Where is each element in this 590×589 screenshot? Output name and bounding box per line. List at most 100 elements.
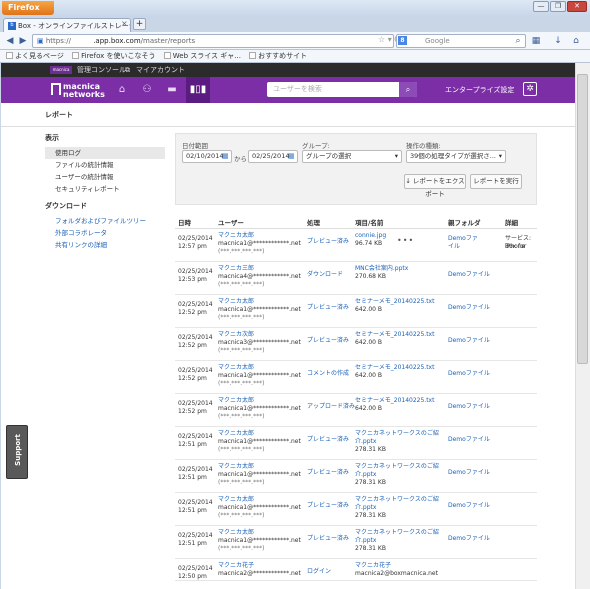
row-folder[interactable]: Demoファイル — [448, 337, 490, 345]
reports-sidebar: 表示 使用ログ ファイルの統計情報 ユーザーの統計情報 セキュリティレポート ダ… — [45, 133, 165, 251]
reports-icon: ▮▯▮ — [189, 84, 207, 95]
url-path: /master/reports — [140, 37, 196, 45]
row-ip: (***.***.***.***) — [218, 248, 265, 255]
bookmark-item[interactable]: Web スライス ギャ... — [163, 52, 241, 60]
row-user[interactable]: マクニカ三郎 — [218, 265, 254, 273]
row-user[interactable]: マクニカ太郎 — [218, 430, 254, 438]
web-search-input[interactable]: Google — [396, 34, 526, 48]
users-icon[interactable]: ⚇ — [138, 82, 156, 98]
row-item[interactable]: セミナーメモ_20140225.txt — [355, 331, 434, 339]
row-user[interactable]: マクニカ太郎 — [218, 463, 254, 471]
support-tab[interactable]: Support — [6, 425, 28, 479]
folders-icon[interactable]: ▬ — [163, 82, 181, 98]
bookmarks-toolbar: よく見るページ Firefox を使いこなそう Web スライス ギャ... お… — [0, 50, 590, 63]
row-folder[interactable]: Demoファイル — [448, 403, 490, 411]
calendar-icon[interactable]: ▦ — [222, 152, 229, 160]
home-icon[interactable]: ⌂ — [570, 35, 582, 47]
row-user[interactable]: マクニカ太郎 — [218, 232, 254, 240]
sidebar-item-security-report[interactable]: セキュリティレポート — [45, 183, 165, 195]
back-icon[interactable]: ◀ — [4, 35, 16, 47]
report-filters: 日付範囲 02/10/2014 ▦ から 02/25/2014 ▦ グループ: … — [175, 133, 537, 205]
download-folder-tree-link[interactable]: フォルダおよびファイルツリー — [45, 215, 165, 227]
bookmark-item[interactable]: よく見るページ — [6, 52, 64, 60]
group-select[interactable]: グループの選択 ▾ — [302, 150, 402, 163]
row-folder[interactable]: Demoファイル — [448, 502, 490, 510]
row-folder[interactable]: Demoファイル — [448, 271, 490, 279]
col-folder[interactable]: 親フォルダ — [448, 217, 481, 227]
more-actions-icon[interactable]: ••• — [397, 237, 414, 245]
scrollbar-thumb[interactable] — [577, 74, 588, 364]
row-item[interactable]: マクニカネットワークスのご紹 — [355, 463, 439, 471]
row-item[interactable]: セミナーメモ_20140225.txt — [355, 397, 434, 405]
download-shared-links-link[interactable]: 共有リンクの詳細 — [45, 239, 165, 251]
row-email: macnica1@************.net — [218, 438, 301, 445]
gear-icon[interactable]: ✲ — [523, 82, 537, 96]
row-item[interactable]: セミナーメモ_20140225.txt — [355, 364, 434, 372]
col-user[interactable]: ユーザー — [218, 217, 244, 227]
bookmark-item[interactable]: Firefox を使いこなそう — [72, 52, 156, 60]
row-user[interactable]: マクニカ花子 — [218, 562, 254, 570]
calendar-icon[interactable]: ▦ — [288, 152, 295, 160]
sidebar-item-usage-log[interactable]: 使用ログ — [45, 147, 165, 159]
download-collaborators-link[interactable]: 外部コラボレータ — [45, 227, 165, 239]
search-engine-icon[interactable]: 8 — [398, 36, 407, 45]
browser-tab[interactable]: b Box - オンラインファイルストレージ... — [3, 18, 131, 32]
row-user[interactable]: マクニカ次郎 — [218, 331, 254, 339]
row-user[interactable]: マクニカ太郎 — [218, 364, 254, 372]
row-folder[interactable]: Demoファイル — [448, 469, 490, 477]
export-report-button[interactable]: ↓ レポートをエクスポート — [404, 174, 466, 198]
home-icon[interactable]: ⌂ — [113, 82, 131, 98]
row-user[interactable]: マクニカ太郎 — [218, 496, 254, 504]
sidebar-item-user-stats[interactable]: ユーザーの統計情報 — [45, 171, 165, 183]
maximize-icon[interactable]: ❐ — [550, 1, 566, 12]
row-date: 02/25/2014 — [178, 334, 213, 341]
firefox-menu-button[interactable]: Firefox — [2, 1, 54, 15]
row-date: 02/25/2014 — [178, 565, 213, 572]
minimize-icon[interactable]: — — [533, 1, 549, 12]
my-account-link[interactable]: マイアカウント — [136, 63, 185, 77]
window-controls: — ❐ ✕ — [532, 1, 587, 12]
new-tab-button[interactable]: + — [133, 18, 146, 30]
close-window-icon[interactable]: ✕ — [567, 1, 587, 12]
col-item[interactable]: 項目/名前 — [355, 217, 383, 227]
row-item[interactable]: セミナーメモ_20140225.txt — [355, 298, 434, 306]
admin-console-link[interactable]: 管理コンソール — [77, 63, 126, 77]
row-item[interactable]: マクニカネットワークスのご紹 — [355, 496, 439, 504]
run-report-button[interactable]: レポートを実行 — [470, 174, 522, 189]
search-icon[interactable]: ⌕ — [399, 82, 417, 97]
download-icon[interactable]: ↓ — [552, 35, 564, 47]
table-row: 02/25/2014 12:51 pm マクニカ太郎 macnica1@*******… — [175, 493, 537, 526]
row-user[interactable]: マクニカ太郎 — [218, 397, 254, 405]
search-icon[interactable]: ⌕ — [512, 35, 524, 47]
row-folder[interactable]: Demoファイル — [448, 535, 490, 543]
row-item[interactable]: マクニカネットワークスのご紹 — [355, 430, 439, 438]
col-date[interactable]: 日時 — [178, 217, 191, 227]
url-bar[interactable]: ▣ https:// .app.box.com/master/reports — [32, 34, 394, 48]
row-item-cont: 介.pptx — [355, 471, 377, 478]
col-detail[interactable]: 詳細 — [505, 217, 518, 227]
tab-close-icon[interactable]: × — [121, 19, 128, 28]
bookmark-icon — [6, 52, 13, 59]
logo-mark-icon — [51, 83, 61, 95]
row-folder[interactable]: Demoファイル — [448, 370, 490, 378]
company-logo[interactable]: macnica networks — [51, 83, 105, 99]
row-folder[interactable]: Demoファイル — [448, 436, 490, 444]
bookmarks-menu-icon[interactable]: ▦ — [530, 35, 542, 47]
action-type-select[interactable]: 39個の処理タイプが選択さ... ▾ — [406, 150, 506, 163]
col-action[interactable]: 処理 — [307, 217, 320, 227]
user-search-input[interactable]: ユーザーを検索 — [267, 82, 417, 97]
row-user[interactable]: マクニカ太郎 — [218, 298, 254, 306]
forward-icon[interactable]: ▶ — [17, 35, 29, 47]
row-size: 642.00 B — [355, 372, 383, 379]
row-user[interactable]: マクニカ太郎 — [218, 529, 254, 537]
reports-nav[interactable]: ▮▯▮ — [186, 77, 210, 103]
row-item[interactable]: MNC会社案内.pptx — [355, 265, 408, 273]
row-folder[interactable]: Demoファ — [448, 235, 478, 243]
row-item[interactable]: マクニカ花子 — [355, 562, 391, 570]
bookmark-item[interactable]: おすすめサイト — [249, 52, 307, 60]
row-folder[interactable]: Demoファイル — [448, 304, 490, 312]
row-item[interactable]: connie.jpg — [355, 232, 386, 240]
enterprise-settings-link[interactable]: エンタープライズ設定 — [445, 85, 514, 95]
row-item[interactable]: マクニカネットワークスのご紹 — [355, 529, 439, 537]
sidebar-item-file-stats[interactable]: ファイルの統計情報 — [45, 159, 165, 171]
